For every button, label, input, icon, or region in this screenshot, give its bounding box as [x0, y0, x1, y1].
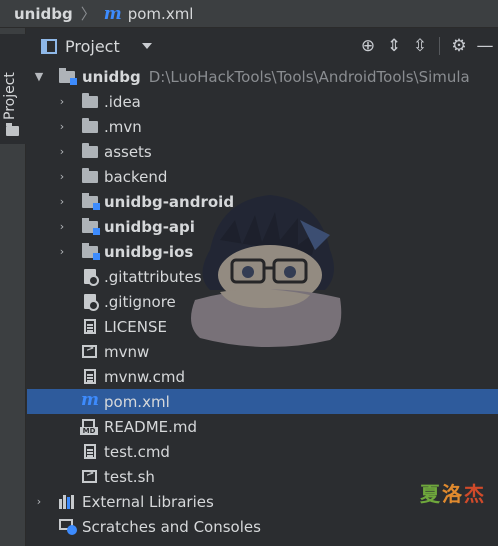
tree-item-scratches[interactable]: Scratches and Consoles: [27, 514, 498, 539]
tree-item-label: test.sh: [104, 467, 155, 486]
folder-icon: [82, 168, 98, 183]
tree-item-mvnw-cmd[interactable]: mvnw.cmd: [27, 364, 498, 389]
chevron-right-icon[interactable]: ›: [57, 170, 67, 183]
chevron-right-icon[interactable]: ›: [57, 220, 67, 233]
tree-item-label: README.md: [104, 417, 198, 436]
breadcrumb-file[interactable]: m pom.xml: [104, 4, 194, 24]
markdown-file-icon: MD: [80, 419, 98, 435]
module-folder-icon: [82, 243, 100, 260]
folder-icon: [82, 93, 98, 108]
tool-window-strip: Project: [0, 28, 26, 546]
breadcrumb-separator-icon: 〉: [80, 5, 96, 23]
folder-icon: [82, 143, 98, 158]
tree-item-label: mvnw.cmd: [104, 367, 186, 386]
text-file-icon: [84, 369, 96, 384]
maven-m-icon: m: [103, 3, 122, 24]
header-divider: [439, 37, 440, 55]
tree-item-label: assets: [104, 142, 152, 161]
tree-item-idea[interactable]: › .idea: [27, 89, 498, 114]
expand-all-icon[interactable]: ⇕: [381, 33, 407, 59]
locate-icon[interactable]: ⊕: [355, 33, 381, 59]
chevron-right-icon[interactable]: ›: [57, 245, 67, 258]
project-tool-tab-label: Project: [2, 72, 18, 120]
chevron-right-icon[interactable]: ›: [57, 195, 67, 208]
project-tool-tab[interactable]: Project: [0, 34, 26, 144]
shell-script-icon: [82, 468, 97, 483]
tree-item-label: backend: [104, 167, 168, 186]
tree-item-label: Scratches and Consoles: [82, 517, 261, 536]
git-file-icon: [84, 269, 99, 286]
module-folder-icon: [82, 218, 100, 235]
git-file-icon: [84, 294, 99, 311]
tree-item-label: mvnw: [104, 342, 150, 361]
hide-icon[interactable]: —: [472, 33, 498, 59]
shell-script-icon: [82, 343, 97, 358]
tree-item-assets[interactable]: › assets: [27, 139, 498, 164]
tree-item-label: .idea: [104, 92, 141, 111]
tree-root-unidbg[interactable]: ▼ unidbg D:\LuoHackTools\Tools\AndroidToo…: [27, 64, 498, 89]
scratches-icon: [59, 519, 77, 535]
text-file-icon: [84, 319, 96, 334]
tree-item-label: External Libraries: [82, 492, 214, 511]
module-folder-icon: [59, 68, 77, 85]
module-folder-icon: [82, 193, 100, 210]
breadcrumb-file-label: pom.xml: [127, 4, 194, 23]
tree-item-label: .mvn: [104, 117, 142, 136]
project-panel-icon: [41, 38, 57, 54]
tree-item-mvn[interactable]: › .mvn: [27, 114, 498, 139]
anime-character-decoration: [191, 195, 342, 348]
tree-item-label: .gitignore: [104, 292, 176, 311]
chevron-down-icon: [141, 43, 152, 49]
project-panel-header: Project ⊕ ⇕ ⇳ ⚙ —: [27, 28, 498, 64]
tree-item-readme[interactable]: MD README.md: [27, 414, 498, 439]
tree-item-label: test.cmd: [104, 442, 170, 461]
signature-decoration: 夏洛杰: [420, 482, 486, 506]
project-panel-title: Project: [65, 36, 120, 56]
tree-item-label: pom.xml: [104, 392, 170, 411]
root-path: D:\LuoHackTools\Tools\AndroidTools\Simul…: [148, 67, 470, 86]
navigation-bar: unidbg 〉 m pom.xml: [0, 0, 498, 28]
breadcrumb-project[interactable]: unidbg: [14, 5, 73, 23]
chevron-down-icon[interactable]: ▼: [34, 70, 44, 83]
tree-item-test-cmd[interactable]: test.cmd: [27, 439, 498, 464]
chevron-right-icon[interactable]: ›: [57, 120, 67, 133]
folder-icon: [82, 118, 98, 133]
text-file-icon: [84, 444, 96, 459]
tree-item-pom-xml[interactable]: m pom.xml: [27, 389, 498, 414]
folder-icon: [6, 123, 19, 136]
maven-m-icon: m: [81, 390, 99, 410]
gear-icon[interactable]: ⚙: [446, 33, 472, 59]
project-view-selector[interactable]: Project: [41, 37, 152, 56]
tree-item-label: LICENSE: [104, 317, 167, 336]
chevron-right-icon[interactable]: ›: [34, 495, 44, 508]
chevron-right-icon[interactable]: ›: [57, 95, 67, 108]
collapse-all-icon[interactable]: ⇳: [407, 33, 433, 59]
chevron-right-icon[interactable]: ›: [57, 145, 67, 158]
tree-root-label: unidbg D:\LuoHackTools\Tools\AndroidTools…: [82, 67, 470, 86]
libraries-icon: [59, 495, 77, 509]
